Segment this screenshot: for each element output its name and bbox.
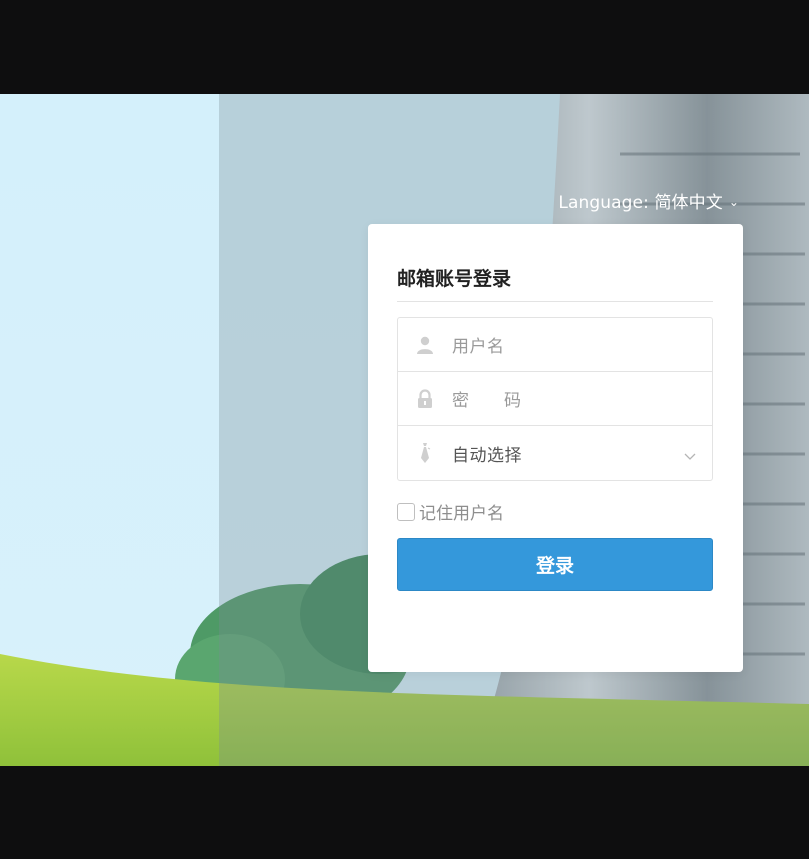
login-title: 邮箱账号登录 <box>397 268 512 290</box>
password-field[interactable]: 密 码 <box>398 372 712 426</box>
language-selector[interactable]: Language: 简体中文 ⌄ <box>558 188 739 213</box>
remember-username[interactable]: 记住用户名 <box>397 499 504 524</box>
chevron-down-icon <box>684 446 696 465</box>
letterbox-top <box>0 0 809 94</box>
username-input[interactable]: 用户名 <box>452 332 505 357</box>
user-icon <box>398 318 452 372</box>
letterbox-bottom <box>0 766 809 859</box>
title-divider <box>397 301 713 302</box>
tie-icon <box>398 426 452 480</box>
login-button[interactable]: 登录 <box>397 538 713 591</box>
remember-label: 记住用户名 <box>419 504 504 524</box>
login-page-background: Language: 简体中文 ⌄ 邮箱账号登录 用户名 密 码 自动选择 记住用… <box>0 94 809 766</box>
lock-icon <box>398 372 452 426</box>
domain-select-value: 自动选择 <box>452 445 522 466</box>
language-prefix: Language: <box>558 193 649 213</box>
login-card: 邮箱账号登录 用户名 密 码 自动选择 记住用户名 登录 <box>368 224 743 672</box>
username-field[interactable]: 用户名 <box>398 318 712 372</box>
password-input[interactable]: 密 码 <box>452 386 530 411</box>
domain-select[interactable]: 自动选择 <box>398 426 712 480</box>
chevron-down-icon: ⌄ <box>728 195 739 209</box>
remember-checkbox[interactable] <box>397 502 415 521</box>
login-fields: 用户名 密 码 自动选择 <box>397 317 713 481</box>
language-value: 简体中文 <box>654 193 723 213</box>
